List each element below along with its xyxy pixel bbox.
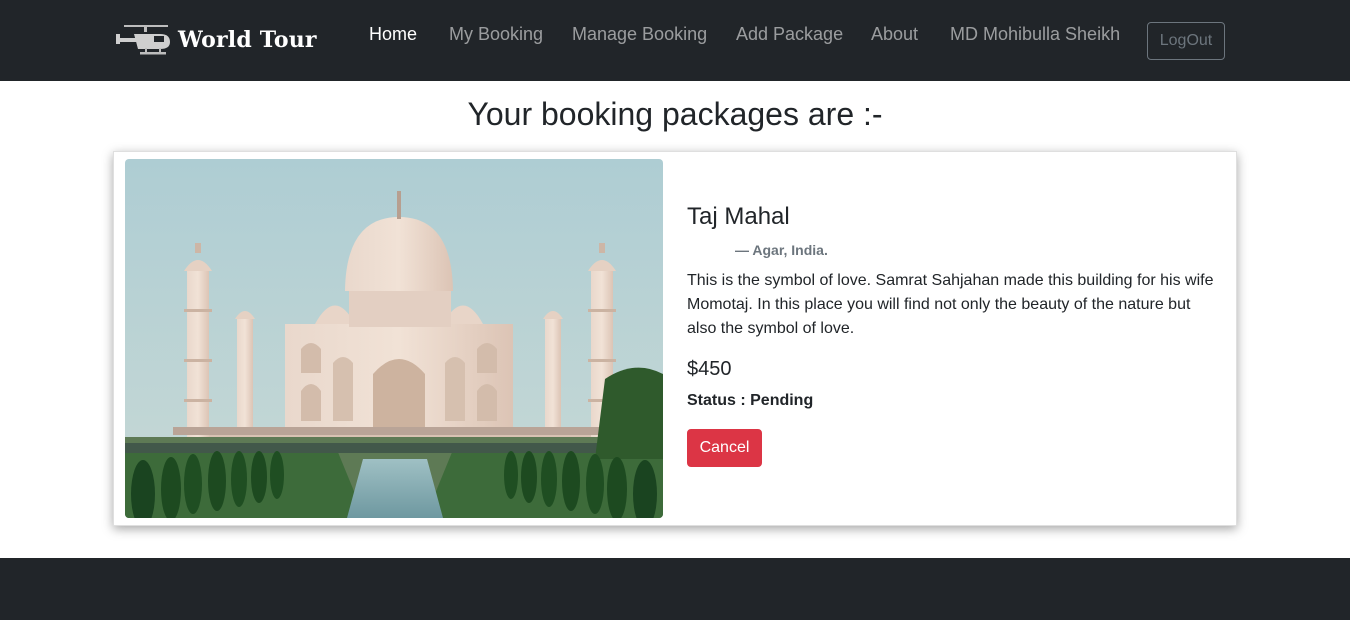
top-navbar: World Tour Home My Booking Manage Bookin… [0,0,1350,81]
nav-link-manage-booking[interactable]: Manage Booking [572,24,707,45]
package-location: — Agar, India. [735,242,828,258]
brand-logo[interactable]: World Tour [116,21,317,59]
cancel-booking-button[interactable]: Cancel [687,429,762,467]
page-footer [0,558,1350,620]
brand-name: World Tour [178,27,317,53]
taj-mahal-image [125,159,663,518]
nav-link-my-booking[interactable]: My Booking [449,24,543,45]
booking-card: Taj Mahal — Agar, India. This is the sym… [113,151,1237,526]
booking-status: Status : Pending [687,392,814,409]
package-description: This is the symbol of love. Samrat Sahja… [687,272,1214,337]
nav-link-home[interactable]: Home [369,24,417,45]
page-title: Your booking packages are :- [467,96,883,132]
nav-link-about[interactable]: About [871,24,918,45]
nav-link-add-package[interactable]: Add Package [736,24,843,45]
package-name: Taj Mahal [687,203,790,230]
user-name: MD Mohibulla Sheikh [950,24,1121,44]
helicopter-icon [116,22,174,58]
logout-button[interactable]: LogOut [1147,22,1225,60]
package-price: $450 [687,358,732,380]
